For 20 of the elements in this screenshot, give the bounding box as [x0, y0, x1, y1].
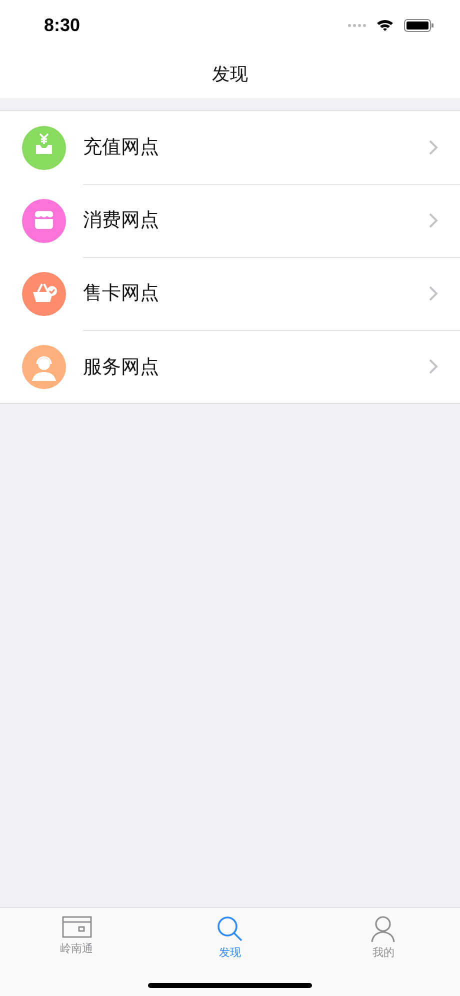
battery-icon [404, 18, 434, 32]
person-icon [371, 916, 396, 942]
menu-row[interactable]: 服务网点 [0, 330, 460, 403]
signal-icon [347, 22, 367, 28]
menu-label: 充值网点 [83, 135, 160, 160]
chevron-icon [429, 286, 438, 300]
search-icon [216, 916, 243, 942]
chevron-icon [429, 140, 438, 154]
page-title: 发现 [212, 63, 248, 86]
wifi-icon [377, 19, 394, 31]
chevron-icon [429, 212, 438, 228]
menu-label: 消费网点 [83, 208, 160, 233]
menu-label: 服务网点 [83, 354, 160, 380]
status-time: 8:30 [44, 14, 80, 36]
menu-row[interactable]: 消费网点 [0, 184, 460, 257]
menu-label: 售卡网点 [83, 281, 160, 306]
menu-row[interactable]: 充值网点 [0, 111, 460, 184]
wallet-icon [62, 916, 92, 938]
menu-row[interactable]: 售卡网点 [0, 257, 460, 330]
chevron-icon [429, 359, 438, 374]
